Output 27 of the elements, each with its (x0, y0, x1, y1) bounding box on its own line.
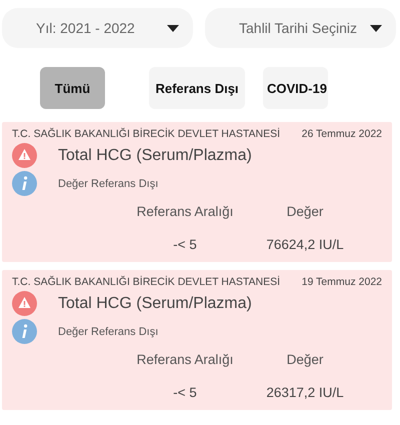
status-text: Değer Referans Dışı (58, 326, 158, 338)
result-date: 26 Temmuz 2022 (302, 128, 382, 140)
column-label: Değer (286, 204, 324, 219)
status-text: Değer Referans Dışı (58, 178, 158, 190)
dropdown[interactable]: Tahlil Tarihi Seçiniz (205, 8, 396, 48)
result-date: 19 Temmuz 2022 (302, 276, 382, 288)
result-value: 26317,2 IU/L (265, 385, 345, 400)
reference-range: -< 5 (172, 385, 198, 400)
filter-button[interactable]: Referans Dışı (149, 67, 245, 109)
reference-range: -< 5 (172, 237, 198, 252)
test-name: Total HCG (Serum/Plazma) (58, 146, 252, 164)
hospital-name: T.C. SAĞLIK BAKANLIĞI BİRECİK DEVLET HASTANESİ (12, 276, 280, 288)
info-icon (12, 171, 37, 196)
result-value: 76624,2 IU/L (265, 237, 345, 252)
caret-icon (370, 24, 382, 32)
warning-icon (12, 143, 37, 168)
filter-button[interactable]: Tümü (40, 67, 105, 109)
test-name: Total HCG (Serum/Plazma) (58, 294, 252, 312)
caret-icon (167, 24, 179, 32)
column-label: Referans Aralığı (136, 204, 234, 219)
dropdown[interactable]: Yıl: 2021 - 2022 (2, 8, 193, 48)
hospital-name: T.C. SAĞLIK BAKANLIĞI BİRECİK DEVLET HASTANESİ (12, 128, 280, 140)
column-label: Değer (286, 352, 324, 367)
column-label: Referans Aralığı (136, 352, 234, 367)
warning-icon (12, 291, 37, 316)
info-icon (12, 319, 37, 344)
filter-button[interactable]: COVID-19 (263, 67, 328, 109)
